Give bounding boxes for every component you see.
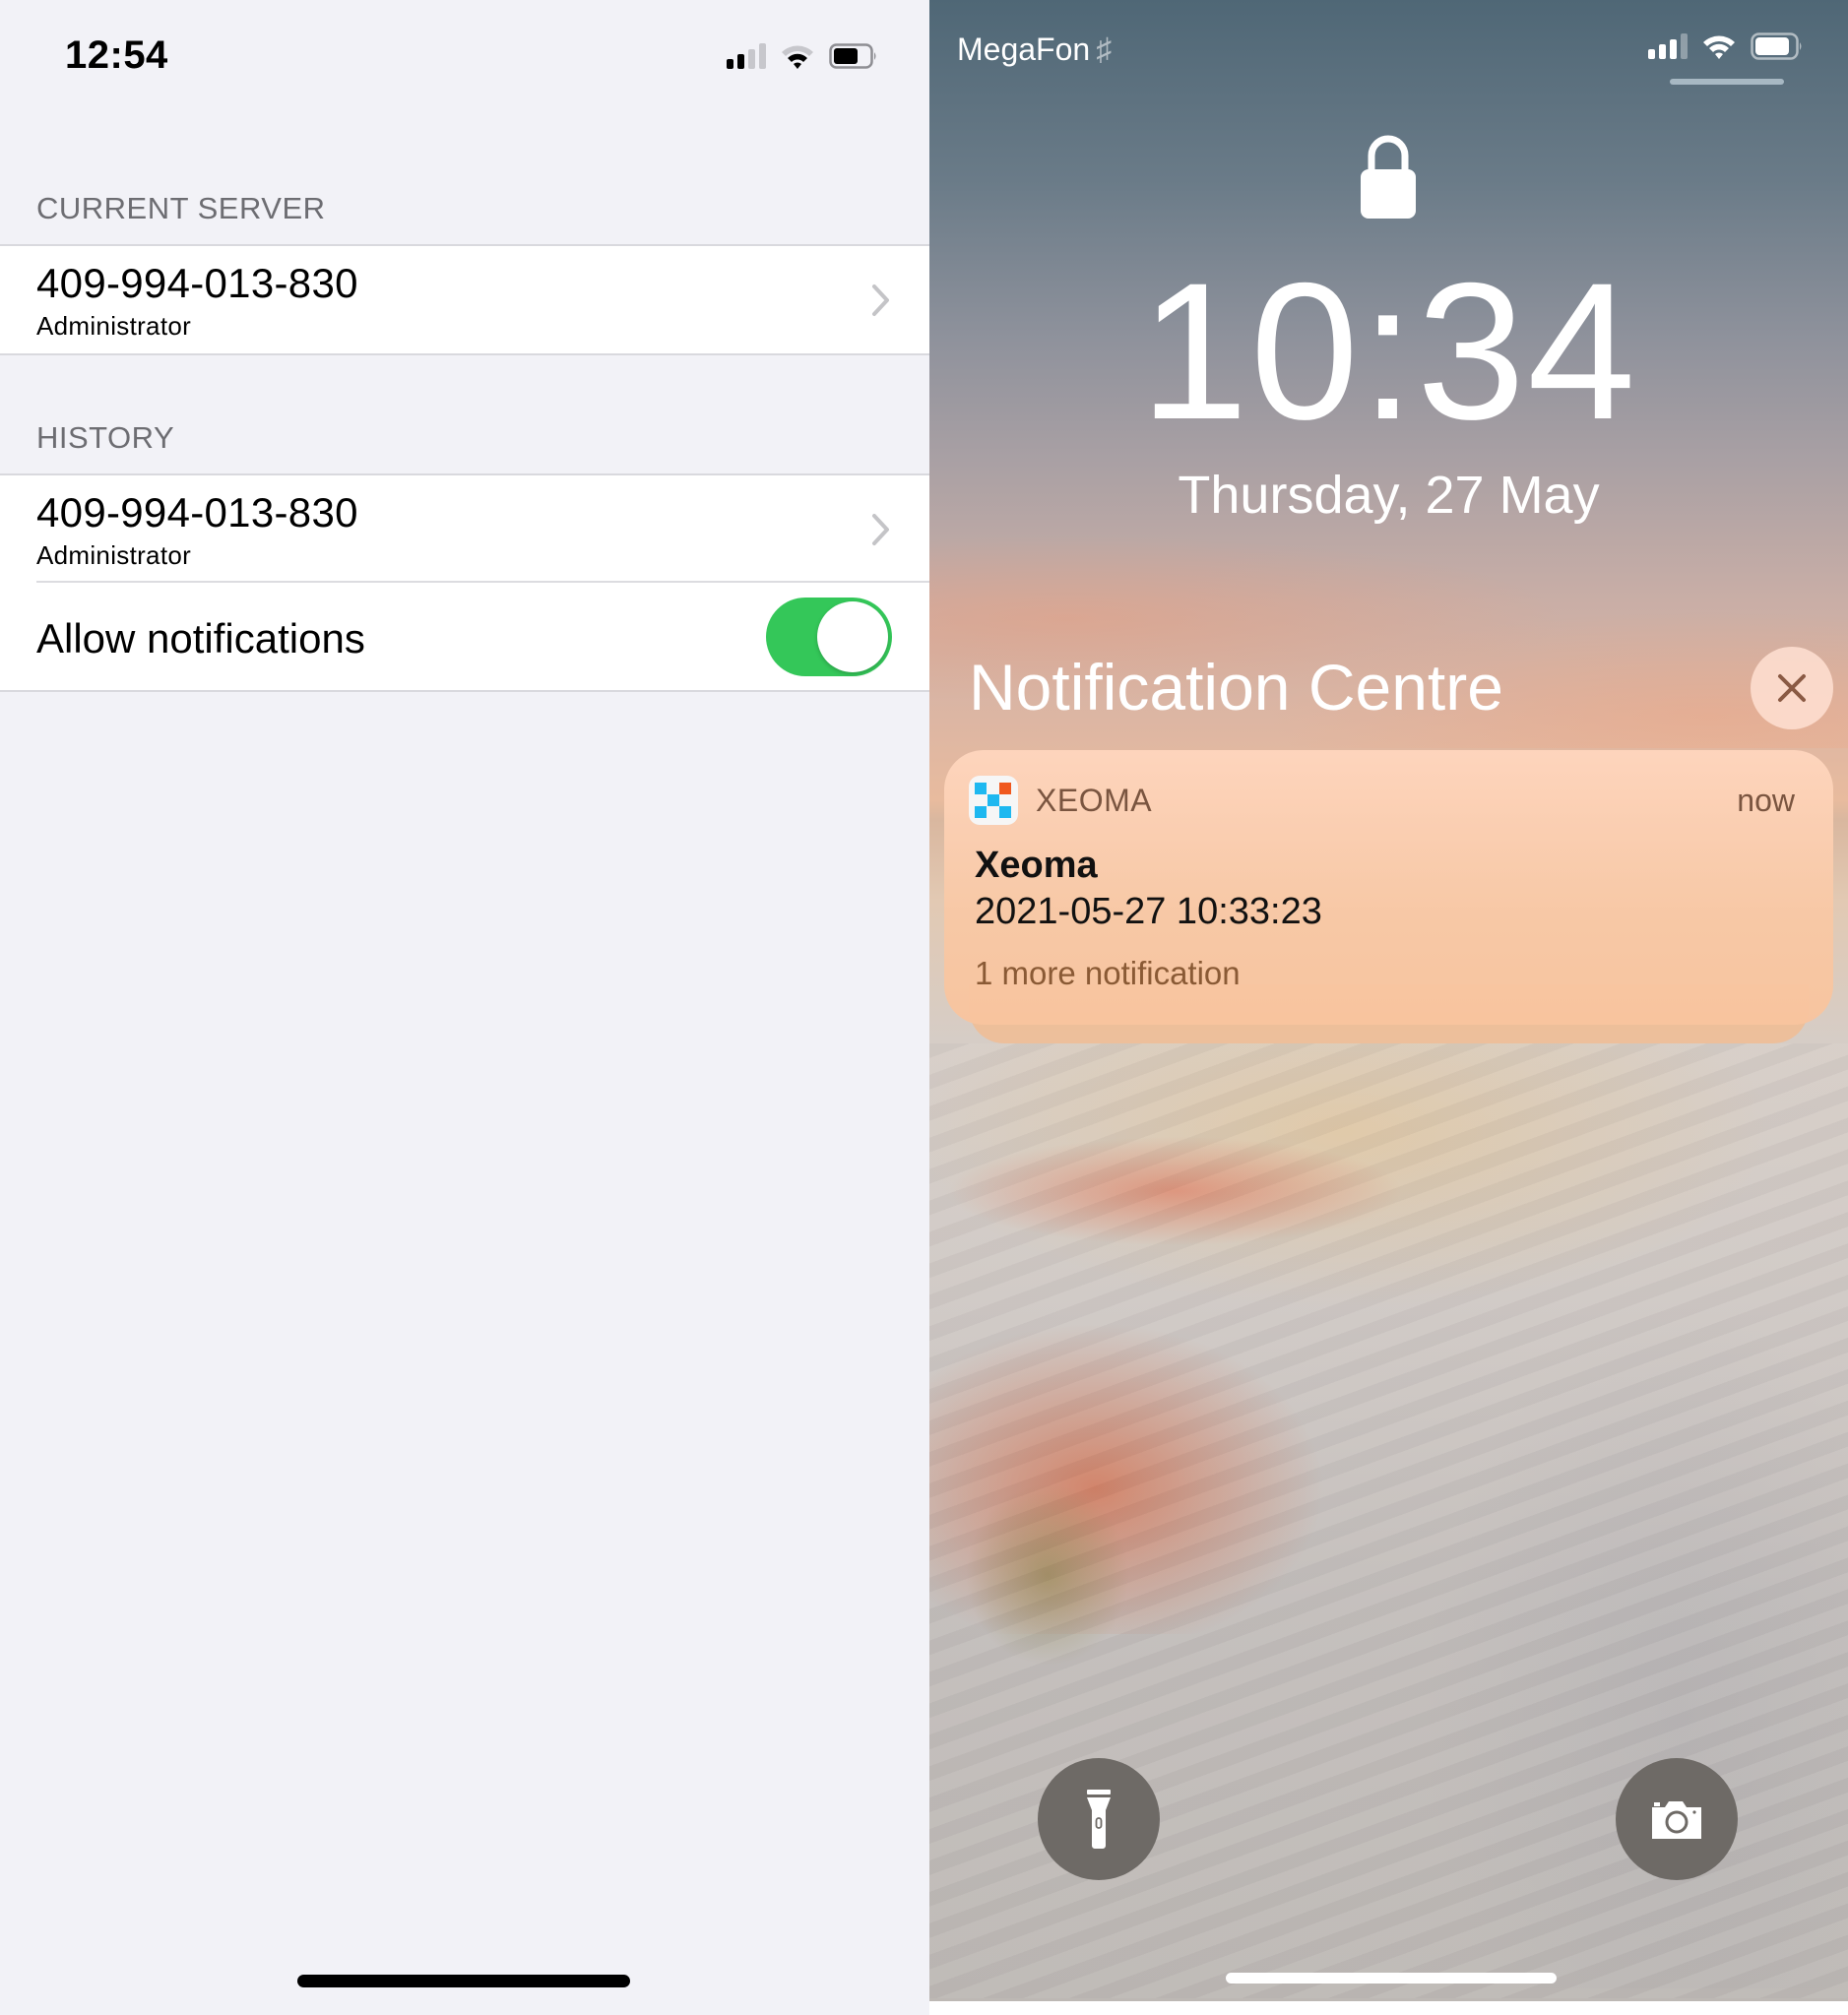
server-id: 409-994-013-830 [36,260,358,306]
history-group: 409-994-013-830 Administrator Allow noti… [0,473,929,692]
allow-notifications-row: Allow notifications [0,583,929,690]
carrier-label: MegaFon [957,31,1091,67]
wallpaper-rocks-red [929,1309,1343,1634]
status-time: 12:54 [65,33,168,77]
notification-app-name: XEOMA [1036,783,1153,818]
server-role: Administrator [36,540,192,570]
allow-notifications-toggle[interactable] [766,598,892,676]
signal-icon [1648,33,1688,59]
wallpaper-rocks-ochre [929,1043,1848,1339]
wallpaper-shrub [959,1477,1136,1673]
history-header: HISTORY [36,420,175,455]
wallpaper-rocks-shadow [1422,1299,1848,1988]
carrier-name: MegaFon ♯ [957,31,1112,68]
wifi-icon [1701,32,1737,60]
notification-more-count[interactable]: 1 more notification [975,955,1241,992]
lock-date: Thursday, 27 May [1178,466,1600,525]
history-row[interactable]: 409-994-013-830 Administrator [0,475,929,583]
current-server-group: 409-994-013-830 Administrator [0,244,929,355]
flashlight-icon [1087,1790,1111,1849]
current-server-header: CURRENT SERVER [36,191,326,225]
lock-icon [1361,135,1416,219]
lock-clock: 10:34 [1139,242,1638,460]
clear-notifications-button[interactable] [1751,647,1833,729]
close-icon [1778,674,1806,702]
notification-centre-title: Notification Centre [969,651,1503,724]
notification-time: now [1737,783,1795,818]
chevron-right-icon [872,514,889,545]
status-icons [727,41,878,71]
notification-card[interactable]: XEOMA now Xeoma 2021-05-27 10:33:23 1 mo… [944,750,1833,1025]
notification-title: Xeoma [975,845,1098,886]
xeoma-app-icon [969,776,1018,825]
settings-screen: 12:54 CURRENT SERVER 409-994-013-830 Adm… [0,0,929,2015]
allow-notifications-label: Allow notifications [36,615,365,661]
camera-icon [1652,1801,1701,1839]
home-indicator[interactable] [1226,1973,1557,1984]
home-indicator[interactable] [297,1975,630,1987]
wallpaper-rocks-red-band [929,1132,1422,1250]
status-icons [1648,31,1804,61]
server-id: 409-994-013-830 [36,489,358,535]
chevron-right-icon [872,284,889,316]
current-server-row[interactable]: 409-994-013-830 Administrator [0,246,929,353]
wifi-icon [780,42,815,70]
notification-body: 2021-05-27 10:33:23 [975,891,1322,932]
flashlight-button[interactable] [1038,1758,1160,1880]
battery-icon [1751,32,1804,60]
carrier-suffix: ♯ [1096,31,1113,67]
control-centre-grabber[interactable] [1670,79,1784,85]
lock-screen: MegaFon ♯ 10:34 Thursday, 27 May Notific… [929,0,1848,2001]
signal-icon [727,43,766,69]
camera-button[interactable] [1616,1758,1738,1880]
server-role: Administrator [36,311,192,341]
toggle-knob [817,601,888,672]
battery-icon [829,43,878,69]
